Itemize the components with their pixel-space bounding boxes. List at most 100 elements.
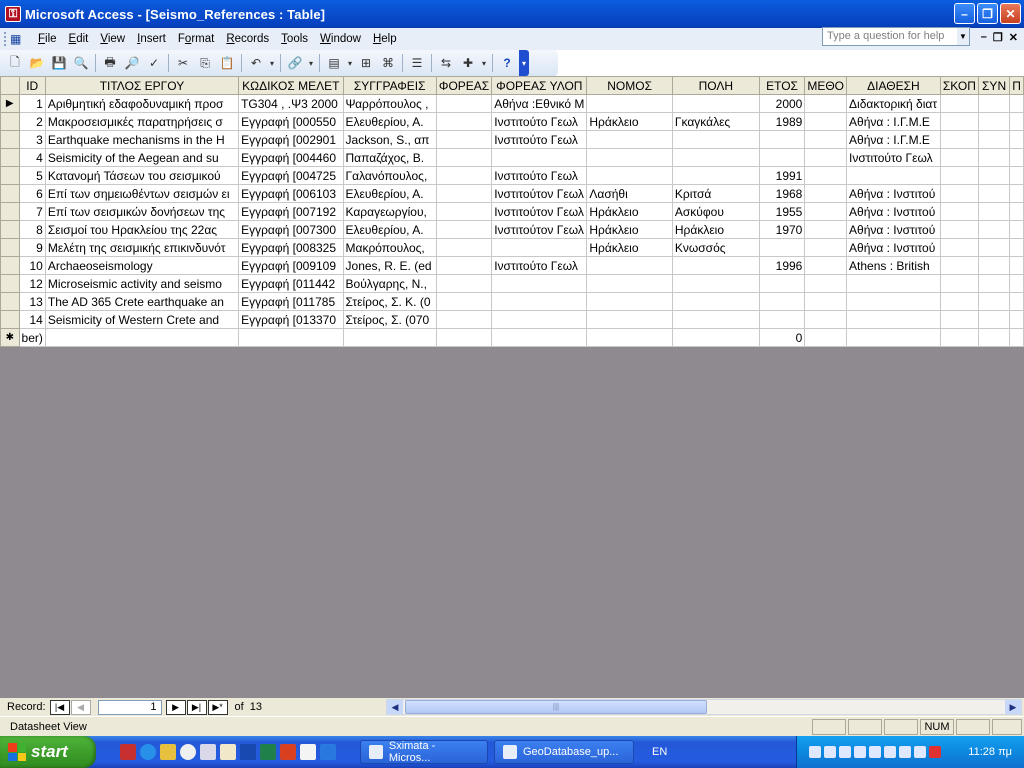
table-cell[interactable]: Αθήνα : Ινστιτού: [846, 184, 941, 203]
column-header[interactable]: ID: [18, 76, 46, 95]
column-header[interactable]: ΦΟΡΕΑΣ: [435, 76, 493, 95]
start-button[interactable]: start: [0, 736, 96, 768]
table-cell[interactable]: [586, 94, 673, 113]
table-cell[interactable]: [671, 148, 760, 167]
table-cell[interactable]: 7: [18, 202, 46, 221]
table-cell[interactable]: Κατανομή Τάσεων του σεισμικού: [44, 166, 240, 185]
table-cell[interactable]: [435, 130, 493, 149]
new-record-row[interactable]: ✱ ber) 0: [0, 328, 1024, 347]
table-cell[interactable]: [977, 202, 1011, 221]
table-cell[interactable]: Καραγεωργίου,: [342, 202, 437, 221]
undo-icon[interactable]: ↶: [246, 53, 266, 73]
doc-close-button[interactable]: ✕: [1009, 31, 1018, 44]
table-cell[interactable]: [435, 166, 493, 185]
new-record-button[interactable]: ▶*: [207, 699, 228, 715]
word-icon[interactable]: [240, 744, 256, 760]
table-cell[interactable]: [977, 238, 1011, 257]
table-cell[interactable]: [671, 166, 760, 185]
table-cell[interactable]: [44, 328, 240, 347]
table-cell[interactable]: [1009, 310, 1024, 329]
table-cell[interactable]: 8: [18, 220, 46, 239]
doc-minimize-button[interactable]: –: [981, 31, 987, 44]
table-cell[interactable]: [804, 220, 848, 239]
table-cell[interactable]: [671, 274, 760, 293]
table-cell[interactable]: [939, 256, 979, 275]
table-cell[interactable]: [435, 274, 493, 293]
record-selector[interactable]: [0, 274, 20, 293]
table-cell[interactable]: Ελευθερίου, Α.: [342, 220, 437, 239]
table-cell[interactable]: [435, 184, 493, 203]
table-cell[interactable]: [939, 112, 979, 131]
table-cell[interactable]: Εγγραφή [002901: [238, 130, 344, 149]
table-cell[interactable]: [846, 328, 941, 347]
table-cell[interactable]: [1009, 256, 1024, 275]
quicklaunch-icon[interactable]: [320, 744, 336, 760]
table-cell[interactable]: [1009, 238, 1024, 257]
table-cell[interactable]: Επί των σημειωθέντων σεισμών ει: [44, 184, 240, 203]
table-cell[interactable]: [586, 292, 673, 311]
table-cell[interactable]: Αθήνα : Ι.Γ.Μ.Ε: [846, 130, 941, 149]
record-number-input[interactable]: 1: [97, 699, 162, 715]
menu-help[interactable]: Help: [367, 31, 403, 47]
previous-record-button[interactable]: ◀: [70, 699, 91, 715]
horizontal-scrollbar[interactable]: ◀ ||| ▶: [386, 699, 1022, 715]
table-cell[interactable]: [804, 238, 848, 257]
scroll-thumb[interactable]: |||: [405, 700, 707, 714]
table-cell[interactable]: Ινστιτούτο Γεωλ: [491, 130, 588, 149]
table-cell[interactable]: Παπαζάχος, Β.: [342, 148, 437, 167]
table-cell[interactable]: 1970: [758, 220, 806, 239]
table-cell[interactable]: [491, 238, 588, 257]
table-cell[interactable]: [491, 292, 588, 311]
undo-dropdown-icon[interactable]: ▾: [268, 53, 276, 73]
table-cell[interactable]: [939, 292, 979, 311]
task-sximata[interactable]: Sximata - Micros...: [360, 740, 488, 764]
table-row[interactable]: 3 Earthquake mechanisms in the H Εγγραφή […: [0, 130, 1024, 149]
table-cell[interactable]: [804, 184, 848, 203]
table-cell[interactable]: Ασκύφου: [671, 202, 760, 221]
table-cell[interactable]: [846, 310, 941, 329]
table-cell[interactable]: Ινστιτούτον Γεωλ: [491, 220, 588, 239]
clock[interactable]: 11:28 πμ: [968, 746, 1012, 758]
relationships-icon[interactable]: ⇆: [436, 53, 456, 73]
table-cell[interactable]: Ελευθερίου, Α.: [342, 184, 437, 203]
table-cell[interactable]: [804, 166, 848, 185]
table-cell[interactable]: 1: [18, 94, 46, 113]
table-cell[interactable]: [1009, 148, 1024, 167]
table-cell[interactable]: Αθήνα : Ινστιτού: [846, 238, 941, 257]
paste-icon[interactable]: 📋: [217, 53, 237, 73]
table-cell[interactable]: [977, 220, 1011, 239]
record-selector[interactable]: [0, 202, 20, 221]
table-cell[interactable]: TG304 , .Ψ3 2000: [238, 94, 344, 113]
dropdown-icon[interactable]: ▾: [307, 53, 315, 73]
table-cell[interactable]: Microseismic activity and seismo: [44, 274, 240, 293]
table-cell[interactable]: Γαλανόπουλος,: [342, 166, 437, 185]
table-cell[interactable]: 1996: [758, 256, 806, 275]
table-cell[interactable]: 1991: [758, 166, 806, 185]
quicklaunch-icon[interactable]: [200, 744, 216, 760]
column-header[interactable]: ΣΥΝ: [977, 76, 1011, 95]
table-cell[interactable]: [977, 130, 1011, 149]
table-cell[interactable]: [977, 292, 1011, 311]
table-row[interactable]: 7 Επί των σεισμικών δονήσεων της Εγγραφή […: [0, 202, 1024, 221]
record-selector[interactable]: [0, 310, 20, 329]
title-bar[interactable]: ⚿ Microsoft Access - [Seismo_References …: [0, 0, 1024, 28]
table-row[interactable]: 5 Κατανομή Τάσεων του σεισμικού Εγγραφή [0…: [0, 166, 1024, 185]
table-cell[interactable]: Εγγραφή [008325: [238, 238, 344, 257]
menu-view[interactable]: View: [94, 31, 131, 47]
properties-icon[interactable]: ☰: [407, 53, 427, 73]
menu-format[interactable]: Format: [172, 31, 220, 47]
table-cell[interactable]: Λασήθι: [586, 184, 673, 203]
table-cell[interactable]: Ελευθερίου, Α.: [342, 112, 437, 131]
column-header[interactable]: ΝΟΜΟΣ: [586, 76, 673, 95]
table-cell[interactable]: Jackson, S., απ: [342, 130, 437, 149]
table-cell[interactable]: [238, 328, 344, 347]
table-cell[interactable]: [846, 292, 941, 311]
help-icon[interactable]: ?: [497, 53, 517, 73]
table-cell[interactable]: Εγγραφή [013370: [238, 310, 344, 329]
quicklaunch-icon[interactable]: [160, 744, 176, 760]
table-cell[interactable]: [804, 112, 848, 131]
table-row[interactable]: 4 Seismicity of the Aegean and su Εγγραφή …: [0, 148, 1024, 167]
table-cell[interactable]: Εγγραφή [007300: [238, 220, 344, 239]
table-row[interactable]: 14 Seismicity of Western Crete and Εγγραφή…: [0, 310, 1024, 329]
menu-file[interactable]: File: [32, 31, 63, 47]
